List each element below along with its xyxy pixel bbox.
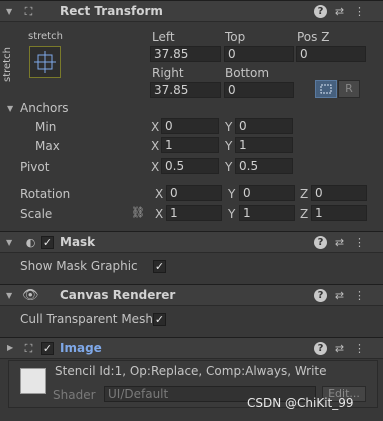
axis-z-label: Z — [300, 207, 309, 221]
anchors-min-label: Min — [35, 120, 57, 134]
anchors-min-x-field[interactable]: 0 — [161, 118, 219, 134]
rect-transform-icon: ⛶ — [24, 5, 33, 18]
preset-icon[interactable]: ⇄ — [333, 289, 346, 302]
help-icon[interactable]: ? — [314, 342, 327, 355]
axis-z-label: Z — [300, 187, 309, 201]
bottom-label: Bottom — [225, 66, 270, 80]
rotation-z-field[interactable]: 0 — [311, 185, 367, 201]
anchor-preset-vertical-label: stretch — [2, 47, 13, 82]
shader-label: Shader — [53, 388, 96, 402]
constrain-proportions-icon[interactable]: ⛓ — [131, 206, 145, 219]
anchors-max-label: Max — [35, 139, 60, 153]
axis-y-label: Y — [225, 139, 233, 153]
pos-z-field[interactable]: 0 — [296, 46, 366, 62]
anchors-max-x-field[interactable]: 1 — [161, 137, 219, 153]
blueprint-mode-button[interactable] — [315, 80, 337, 98]
axis-x-label: X — [151, 120, 160, 134]
help-icon[interactable]: ? — [314, 5, 327, 18]
axis-y-label: Y — [225, 120, 233, 134]
pos-z-label: Pos Z — [297, 30, 330, 44]
axis-x-label: X — [151, 160, 160, 174]
anchors-foldout-icon[interactable]: ▼ — [7, 104, 13, 113]
more-options-icon[interactable]: ⋮ — [353, 342, 366, 355]
scale-z-field[interactable]: 1 — [311, 205, 367, 221]
show-mask-graphic-checkbox[interactable]: ✓ — [153, 260, 166, 273]
axis-y-label: Y — [228, 207, 236, 221]
foldout-arrow-icon[interactable]: ▼ — [6, 291, 12, 300]
rotation-x-field[interactable]: 0 — [166, 185, 222, 201]
foldout-arrow-icon[interactable]: ▶ — [7, 343, 13, 352]
eye-icon: 👁 — [22, 288, 39, 303]
component-title: Rect Transform — [60, 4, 163, 18]
anchor-preset-button[interactable] — [29, 46, 61, 78]
pivot-y-field[interactable]: 0.5 — [235, 158, 293, 174]
stencil-info-text: Stencil Id:1, Op:Replace, Comp:Always, W… — [55, 364, 327, 378]
material-thumbnail — [20, 368, 46, 394]
image-icon: ⛶ — [24, 342, 33, 355]
watermark-text: CSDN @ChiKit_99 — [247, 396, 354, 410]
right-field[interactable]: 37.85 — [150, 82, 221, 98]
preset-icon[interactable]: ⇄ — [333, 236, 346, 249]
mask-header[interactable]: ▼ ◐ ✓ Mask ? ⇄ ⋮ — [0, 231, 383, 253]
anchors-label[interactable]: Anchors — [20, 101, 69, 115]
pivot-x-field[interactable]: 0.5 — [161, 158, 219, 174]
component-title: Mask — [60, 235, 96, 249]
more-options-icon[interactable]: ⋮ — [353, 5, 366, 18]
axis-y-label: Y — [225, 160, 233, 174]
axis-x-label: X — [155, 207, 164, 221]
right-label: Right — [152, 66, 184, 80]
scale-y-field[interactable]: 1 — [239, 205, 295, 221]
mask-icon: ◐ — [25, 236, 36, 249]
cull-transparent-mesh-label: Cull Transparent Mesh — [20, 312, 153, 326]
foldout-arrow-icon[interactable]: ▼ — [6, 7, 12, 16]
anchors-min-y-field[interactable]: 0 — [235, 118, 293, 134]
help-icon[interactable]: ? — [314, 236, 327, 249]
rotation-y-field[interactable]: 0 — [239, 185, 295, 201]
bottom-field[interactable]: 0 — [224, 82, 294, 98]
rect-transform-header[interactable]: ▼ ⛶ Rect Transform ? ⇄ ⋮ — [0, 0, 383, 22]
top-label: Top — [225, 30, 246, 44]
scale-x-field[interactable]: 1 — [166, 205, 222, 221]
left-label: Left — [152, 30, 175, 44]
more-options-icon[interactable]: ⋮ — [353, 289, 366, 302]
left-field[interactable]: 37.85 — [150, 46, 221, 62]
image-enabled-checkbox[interactable]: ✓ — [41, 342, 54, 355]
foldout-arrow-icon[interactable]: ▼ — [6, 238, 12, 247]
mask-enabled-checkbox[interactable]: ✓ — [41, 236, 54, 249]
canvas-renderer-header[interactable]: ▼ 👁 Canvas Renderer ? ⇄ ⋮ — [0, 284, 383, 306]
preset-icon[interactable]: ⇄ — [333, 5, 346, 18]
anchor-preset-horizontal-label: stretch — [28, 31, 63, 42]
more-options-icon[interactable]: ⋮ — [353, 236, 366, 249]
help-icon[interactable]: ? — [314, 289, 327, 302]
raw-edit-button[interactable]: R — [338, 80, 360, 98]
anchor-preset-icon — [34, 51, 56, 73]
raw-edit-label: R — [345, 82, 353, 95]
show-mask-graphic-label: Show Mask Graphic — [20, 259, 138, 273]
component-title: Image — [60, 341, 102, 355]
scale-label: Scale — [20, 207, 53, 221]
axis-x-label: X — [151, 139, 160, 153]
blueprint-icon — [320, 84, 332, 94]
pivot-label: Pivot — [20, 160, 50, 174]
anchors-max-y-field[interactable]: 1 — [235, 137, 293, 153]
axis-y-label: Y — [228, 187, 236, 201]
image-header[interactable]: ▶ ⛶ ✓ Image ? ⇄ ⋮ — [0, 337, 383, 359]
axis-x-label: X — [155, 187, 164, 201]
rotation-label: Rotation — [20, 187, 71, 201]
cull-transparent-mesh-checkbox[interactable]: ✓ — [153, 313, 166, 326]
preset-icon[interactable]: ⇄ — [333, 342, 346, 355]
component-title: Canvas Renderer — [60, 288, 176, 302]
top-field[interactable]: 0 — [224, 46, 294, 62]
